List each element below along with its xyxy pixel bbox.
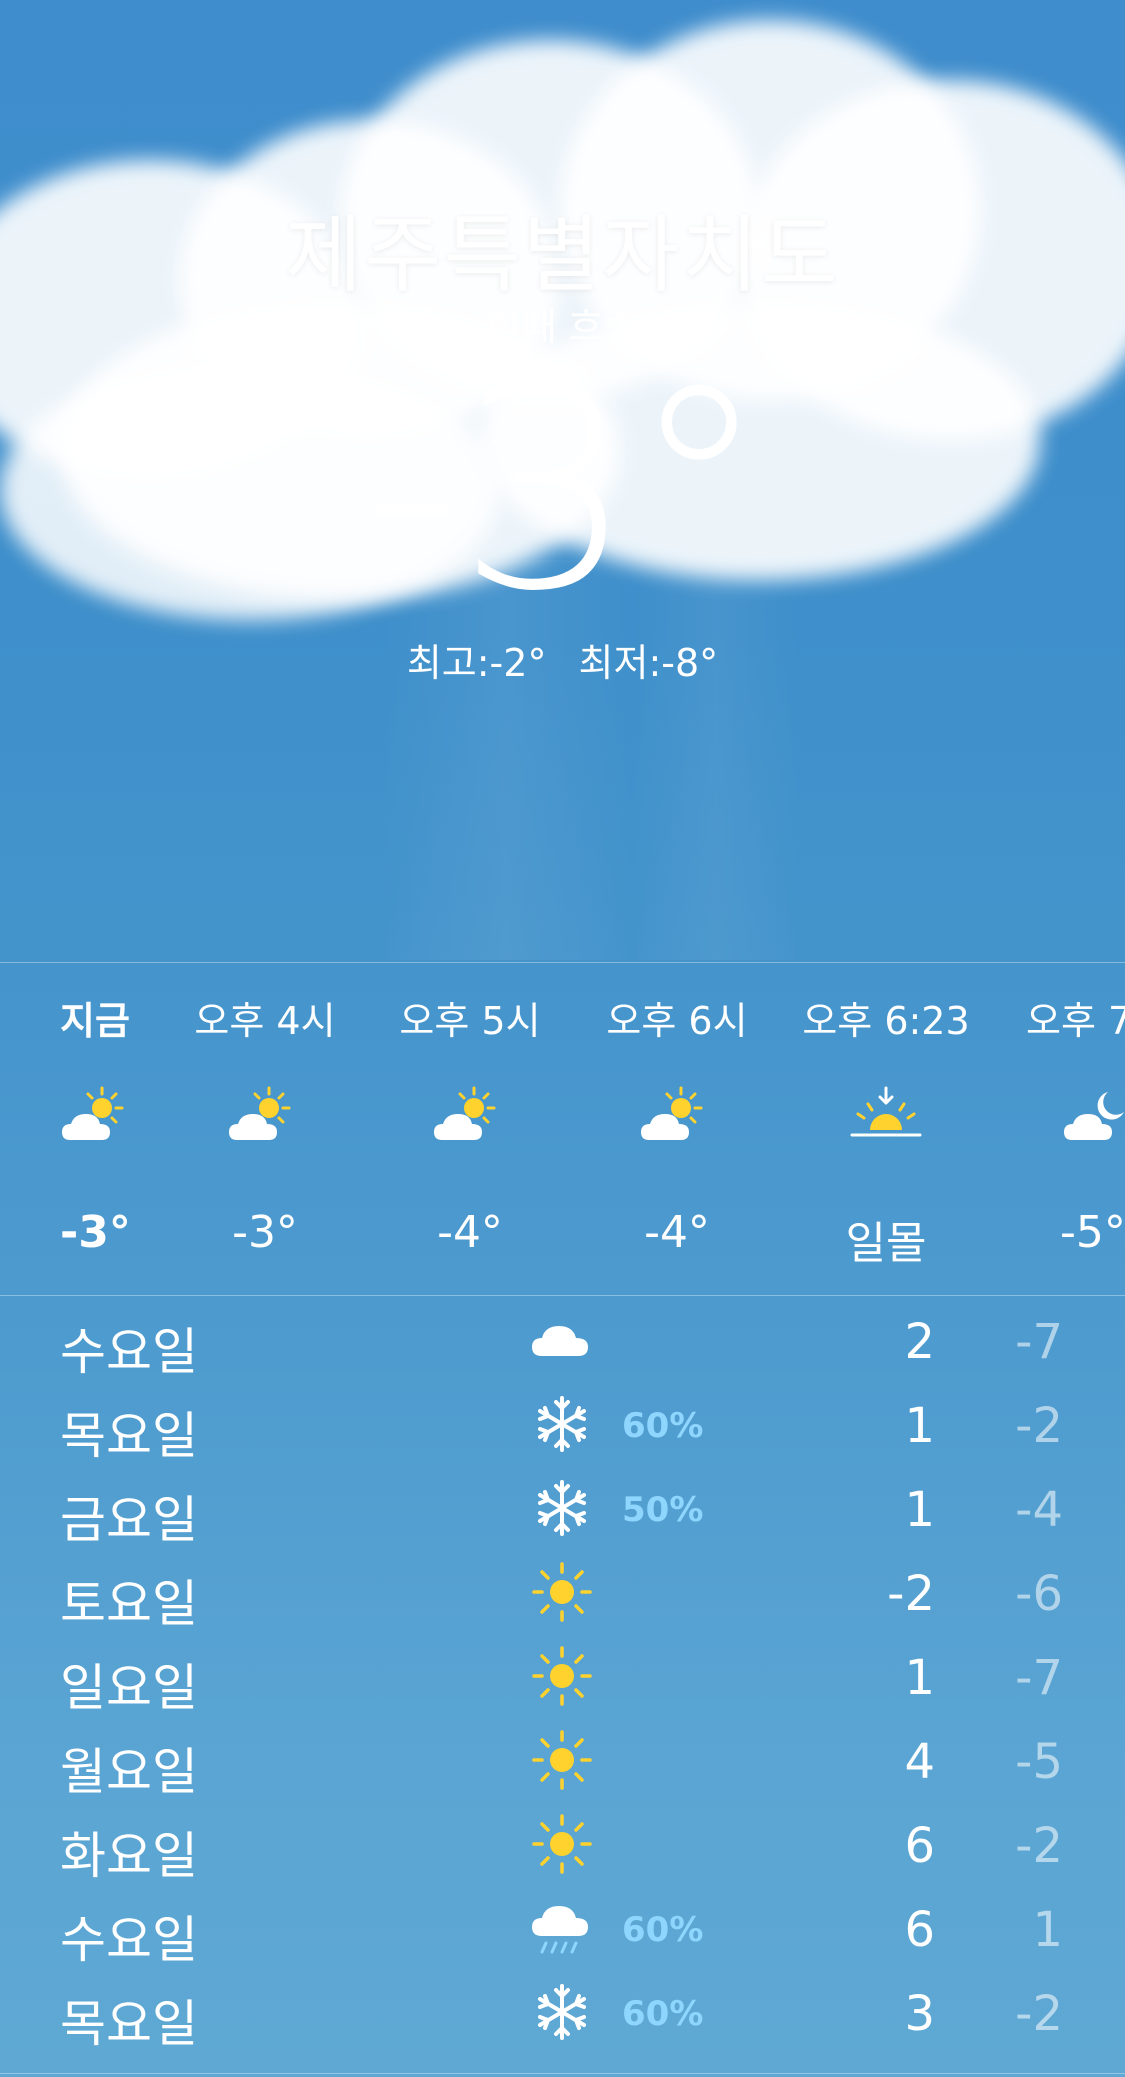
- low-temp: -7: [1015, 1314, 1063, 1370]
- sun-icon: [528, 1560, 598, 1624]
- partly-sunny-icon: [165, 1082, 365, 1152]
- day-name: 수요일: [60, 1911, 198, 1969]
- hour-time: 오후 6:23: [802, 999, 970, 1043]
- low-temp: 최저:-8°: [578, 641, 719, 685]
- rain-cloud-icon: [528, 1896, 598, 1960]
- day-name: 수요일: [60, 1323, 198, 1381]
- hourly-forecast[interactable]: 지금 -3° 오후 4시 -3° 오후 5시 -4° 오후 6시 -4° 오후 …: [0, 962, 1125, 1295]
- high-temp: 4: [904, 1734, 935, 1790]
- hour-value: -5°: [1060, 1207, 1125, 1258]
- divider-bottom: [0, 2073, 1125, 2074]
- snowflake-icon: [528, 1392, 598, 1456]
- daily-row: 일요일 1 -7: [0, 1634, 1125, 1718]
- hour-value: -4°: [437, 1207, 503, 1258]
- low-temp: -5: [1015, 1734, 1063, 1790]
- low-temp: -2: [1015, 1398, 1063, 1454]
- hour-value: -3°: [232, 1207, 298, 1258]
- day-name: 화요일: [60, 1827, 198, 1885]
- city-name: 제주특별자치도: [285, 206, 840, 304]
- partly-sunny-icon: [577, 1082, 777, 1152]
- hour-time: 오후 5시: [399, 999, 541, 1043]
- current-temperature: -3°: [361, 327, 769, 653]
- snowflake-icon: [528, 1980, 598, 2044]
- day-name: 목요일: [60, 1995, 198, 2053]
- precip-chance: 60%: [622, 1994, 704, 2034]
- hour-value: -4°: [644, 1207, 710, 1258]
- high-temp: 3: [904, 1986, 935, 2042]
- hour-time: 오후 6시: [606, 999, 748, 1043]
- sunset-icon: [786, 1082, 986, 1152]
- high-temp: 1: [904, 1398, 935, 1454]
- high-temp: 2: [904, 1314, 935, 1370]
- day-name: 금요일: [60, 1491, 198, 1549]
- daily-row: 토요일 -2 -6: [0, 1550, 1125, 1634]
- sun-icon: [528, 1812, 598, 1876]
- daily-row: 금요일 50% 1 -4: [0, 1466, 1125, 1550]
- daily-row: 수요일 2 -7: [0, 1298, 1125, 1382]
- daily-row: 목요일 60% 3 -2: [0, 1970, 1125, 2054]
- partly-sunny-icon: [370, 1082, 570, 1152]
- low-temp: -2: [1015, 1818, 1063, 1874]
- cloud-icon: [528, 1308, 598, 1372]
- precip-chance: 60%: [622, 1910, 704, 1950]
- high-temp: 최고:-2°: [406, 641, 547, 685]
- day-name: 월요일: [60, 1743, 198, 1801]
- hour-time: 오후 4시: [194, 999, 336, 1043]
- hour-time: 오후 7시: [1026, 999, 1125, 1043]
- high-temp: 6: [904, 1818, 935, 1874]
- precip-chance: 50%: [622, 1490, 704, 1530]
- low-temp: -4: [1015, 1482, 1063, 1538]
- high-temp: -2: [887, 1566, 935, 1622]
- high-temp: 1: [904, 1650, 935, 1706]
- hour-value: 일몰: [845, 1218, 927, 1269]
- precip-chance: 60%: [622, 1406, 704, 1446]
- sun-icon: [528, 1728, 598, 1792]
- day-name: 토요일: [60, 1575, 198, 1633]
- low-temp: -6: [1015, 1566, 1063, 1622]
- high-temp: 1: [904, 1482, 935, 1538]
- day-name: 목요일: [60, 1407, 198, 1465]
- low-temp: 1: [1032, 1902, 1063, 1958]
- daily-row: 월요일 4 -5: [0, 1718, 1125, 1802]
- partly-cloudy-night-icon: [998, 1082, 1125, 1152]
- high-low: 최고:-2° 최저:-8°: [0, 632, 1125, 687]
- high-temp: 6: [904, 1902, 935, 1958]
- day-name: 일요일: [60, 1659, 198, 1717]
- snowflake-icon: [528, 1476, 598, 1540]
- daily-row: 수요일 60% 6 1: [0, 1886, 1125, 1970]
- low-temp: -7: [1015, 1650, 1063, 1706]
- daily-row: 화요일 6 -2: [0, 1802, 1125, 1886]
- sun-icon: [528, 1644, 598, 1708]
- divider-middle: [0, 1295, 1125, 1296]
- daily-row: 목요일 60% 1 -2: [0, 1382, 1125, 1466]
- low-temp: -2: [1015, 1986, 1063, 2042]
